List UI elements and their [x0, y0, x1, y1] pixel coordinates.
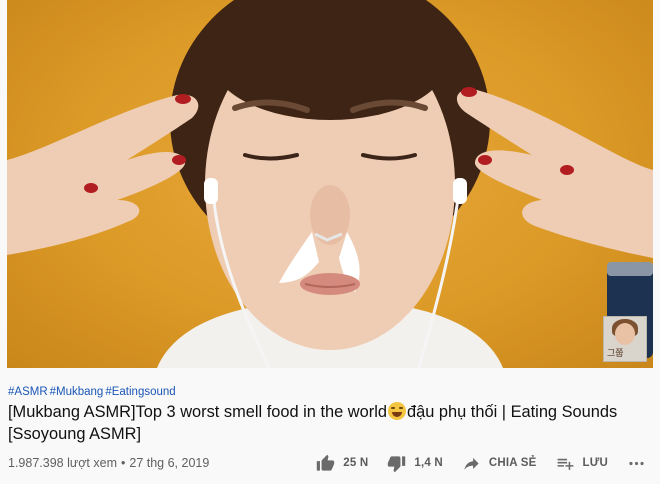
video-title-part1: [Mukbang ASMR]Top 3 worst smell food in …: [8, 403, 387, 421]
share-button[interactable]: CHIA SẺ: [462, 454, 537, 473]
channel-thumbnail-icon[interactable]: 그쭙: [603, 316, 647, 362]
dislike-button[interactable]: 1,4 N: [387, 454, 443, 473]
like-button[interactable]: 25 N: [316, 454, 368, 473]
video-player[interactable]: 그쭙: [7, 0, 653, 368]
laughing-crying-emoji-icon: [387, 402, 406, 420]
save-button[interactable]: LƯU: [556, 454, 608, 473]
share-label: CHIA SẺ: [488, 457, 537, 469]
more-horizontal-icon: [629, 461, 644, 465]
thumbnail-label: 그쭙: [607, 349, 624, 359]
thumbs-up-icon: [317, 454, 335, 471]
video-actions: 25 N 1,4 N CHIA SẺ LƯU: [316, 452, 646, 474]
more-actions-button[interactable]: [627, 454, 646, 473]
hashtag-link[interactable]: #Mukbang: [50, 386, 104, 398]
save-label: LƯU: [582, 457, 608, 469]
video-title: [Mukbang ASMR]Top 3 worst smell food in …: [8, 401, 638, 445]
share-arrow-icon: [464, 457, 479, 470]
hashtag-link[interactable]: #ASMR: [8, 386, 48, 398]
dislike-count: 1,4 N: [414, 457, 443, 469]
hashtag-list: #ASMR #Mukbang #Eatingsound: [8, 386, 178, 398]
thumbs-down-icon: [388, 455, 406, 472]
video-meta: 1.987.398 lượt xem • 27 thg 6, 2019: [8, 456, 209, 470]
playlist-add-icon: [557, 458, 573, 470]
hashtag-link[interactable]: #Eatingsound: [105, 386, 175, 398]
upload-date: 27 thg 6, 2019: [129, 456, 210, 470]
view-count: 1.987.398 lượt xem: [8, 456, 117, 470]
thumbnail-face: [615, 323, 635, 345]
video-frame-illustration: [7, 0, 653, 368]
like-count: 25 N: [343, 457, 369, 469]
meta-separator: •: [120, 456, 126, 470]
